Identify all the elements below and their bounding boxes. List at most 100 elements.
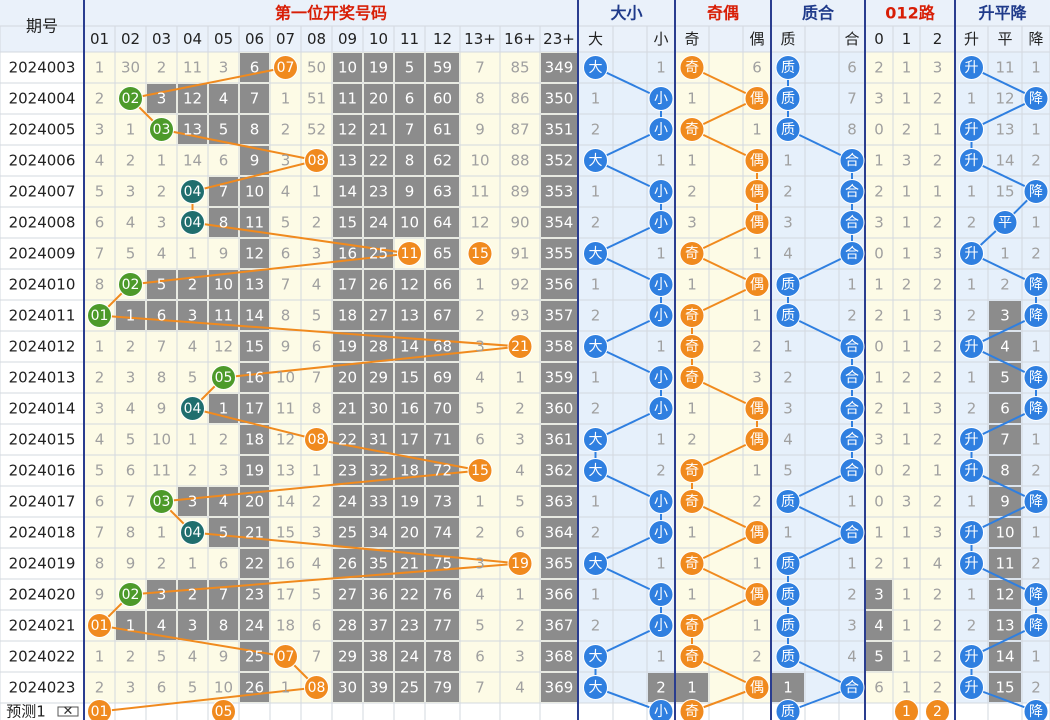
cell-value: 15 [338, 214, 357, 232]
cell-value: 2 [933, 493, 943, 511]
hit-value: 质 [781, 618, 795, 634]
cell-value: 4 [281, 183, 291, 201]
period-label: 预测1 [6, 703, 46, 720]
cell-value: 5 [475, 617, 485, 635]
cell-value: 3 [188, 307, 198, 325]
cell-value: 12 [338, 121, 357, 139]
cell-value: 364 [545, 524, 574, 542]
cell-value: 20 [369, 90, 388, 108]
hit-value: 奇 [685, 462, 699, 479]
cell-value: 11 [245, 214, 264, 232]
cell-value: 30 [338, 679, 357, 697]
cell-value: 2 [591, 214, 601, 232]
cell-value: 3 [188, 617, 198, 635]
cell-value: 19 [369, 59, 388, 77]
cell-value: 9 [281, 338, 291, 356]
cell-value: 6 [312, 617, 322, 635]
cell-value: 76 [433, 586, 452, 604]
cell-value: 2 [874, 59, 884, 77]
cell-value: 2 [967, 214, 977, 232]
cell-value: 1 [219, 400, 229, 418]
period-label: 2024021 [9, 617, 76, 635]
cell-value: 22 [245, 555, 264, 573]
hit-value: 降 [1029, 401, 1043, 417]
column-header: 07 [276, 30, 295, 48]
cell-value: 2 [1031, 555, 1041, 573]
cell-value: 71 [433, 431, 452, 449]
cell-value: 29 [338, 648, 357, 666]
hit-value: 偶 [750, 277, 764, 293]
cell-value: 26 [245, 679, 264, 697]
cell-value: 1 [475, 276, 485, 294]
cell-value: 5 [188, 679, 198, 697]
cell-value: 66 [433, 276, 452, 294]
cell-value: 7 [157, 338, 167, 356]
cell-value: 6 [475, 648, 485, 666]
cell-value: 19 [338, 338, 357, 356]
cell-value: 1 [752, 462, 762, 480]
cell-value: 78 [433, 648, 452, 666]
cell-value: 356 [545, 276, 574, 294]
cell-value: 20 [400, 524, 419, 542]
cell-value: 3 [783, 400, 793, 418]
cell-value: 1 [591, 586, 601, 604]
cell-value: 1 [933, 183, 943, 201]
hit-value: 小 [654, 308, 668, 324]
cell-value: 6 [281, 245, 291, 263]
cell-value: 9 [95, 586, 105, 604]
hit-value: 04 [184, 215, 202, 231]
cell-value: 3 [902, 152, 912, 170]
hit-value: 07 [277, 60, 295, 76]
cell-value: 1 [656, 152, 666, 170]
cell-value: 6 [219, 152, 229, 170]
hit-value: 质 [781, 494, 795, 510]
cell-value: 2 [933, 90, 943, 108]
column-header: 02 [121, 30, 140, 48]
cell-value: 13 [245, 276, 264, 294]
period-label: 2024020 [9, 586, 76, 604]
cell-value: 2 [515, 400, 525, 418]
cell-value: 1 [783, 524, 793, 542]
cell-value: 1 [312, 462, 322, 480]
cell-value: 1 [656, 338, 666, 356]
hit-value: 小 [654, 494, 668, 510]
cell-value: 2 [847, 586, 857, 604]
cell-value: 1 [656, 555, 666, 573]
cell-value: 3 [783, 214, 793, 232]
cell-value: 2 [902, 276, 912, 294]
cell-value: 15 [400, 369, 419, 387]
hit-value: 偶 [750, 401, 764, 417]
cell-value: 362 [545, 462, 574, 480]
hit-value: 大 [589, 246, 603, 262]
cell-value: 27 [369, 307, 388, 325]
group-title: 质合 [802, 4, 835, 23]
cell-value: 1 [967, 276, 977, 294]
cell-value: 26 [369, 276, 388, 294]
cell-value: 1 [656, 59, 666, 77]
cell-value: 1 [752, 245, 762, 263]
cell-value: 2 [188, 462, 198, 480]
hit-value: 15 [471, 246, 489, 262]
cell-value: 2 [126, 152, 136, 170]
cell-value: 4 [188, 648, 198, 666]
hit-value: 平 [998, 215, 1012, 231]
cell-value: 24 [338, 493, 357, 511]
cell-value: 61 [433, 121, 452, 139]
cell-value: 6 [157, 307, 167, 325]
cell-value: 12 [400, 276, 419, 294]
cell-value: 5 [312, 586, 322, 604]
cell-value: 8 [475, 90, 485, 108]
cell-value: 1 [902, 90, 912, 108]
hit-value: 质 [781, 91, 795, 107]
cell-value: 6 [126, 462, 136, 480]
hit-value: 1 [902, 704, 911, 720]
hit-value: 降 [1029, 587, 1043, 603]
period-label: 2024019 [9, 555, 76, 573]
group-title: 奇偶 [707, 4, 739, 23]
hit-value: 04 [184, 401, 202, 417]
cell-value: 7 [250, 90, 260, 108]
cell-value: 1 [95, 648, 105, 666]
close-icon[interactable]: ✕ [63, 704, 74, 719]
cell-value: 1 [188, 245, 198, 263]
cell-value: 1 [902, 400, 912, 418]
